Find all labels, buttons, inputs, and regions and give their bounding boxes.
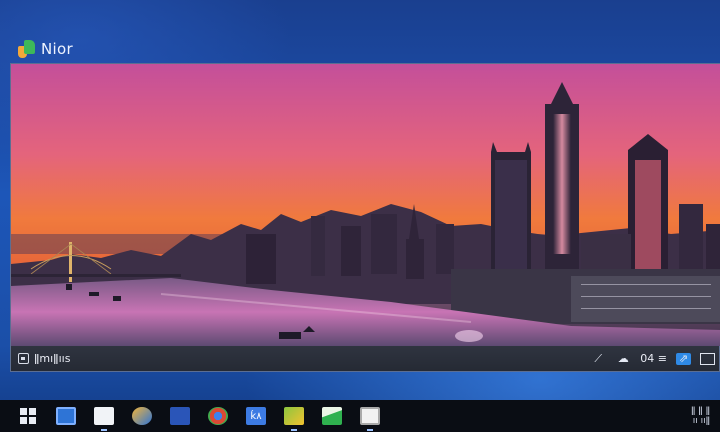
file-explorer-icon[interactable] <box>92 405 116 431</box>
app-name: Nior <box>41 40 73 58</box>
status-text: ǁmıǁııs <box>34 352 71 365</box>
photos-icon[interactable] <box>282 405 306 431</box>
maps-icon[interactable] <box>320 405 344 427</box>
zoom-label: 04 ≡ <box>640 352 667 365</box>
edge-browser-icon[interactable] <box>130 405 154 427</box>
calendar-icon[interactable] <box>54 405 78 427</box>
share-icon[interactable]: ⇗ <box>676 352 691 365</box>
tray-text-bottom: ıı ııǁ <box>692 416 710 426</box>
mail-icon[interactable] <box>358 405 382 431</box>
crop-icon[interactable]: ⟋ <box>590 352 606 366</box>
image-info-icon[interactable] <box>18 353 29 364</box>
tray-text-top: ǁ ǁ ǁ <box>690 406 710 416</box>
taskbar: ḱ٨ ǁ ǁ ǁ ıı ııǁ <box>0 400 720 432</box>
start-icon[interactable] <box>16 405 40 427</box>
photo-viewer: ǁmıǁııs ⟋ ☁ 04 ≡ ⇗ <box>10 63 720 372</box>
viewer-statusbar: ǁmıǁııs ⟋ ☁ 04 ≡ ⇗ <box>11 346 719 371</box>
facebook-icon[interactable] <box>168 405 192 427</box>
app-logo-icon <box>18 39 35 59</box>
chrome-icon[interactable] <box>206 405 230 427</box>
store-icon[interactable]: ḱ٨ <box>244 405 268 427</box>
system-tray[interactable]: ǁ ǁ ǁ ıı ııǁ <box>691 406 710 426</box>
app-title: Nior <box>18 38 73 60</box>
photo-image[interactable] <box>11 64 720 346</box>
cloud-icon[interactable]: ☁ <box>615 352 631 366</box>
fullscreen-icon[interactable] <box>700 352 715 365</box>
